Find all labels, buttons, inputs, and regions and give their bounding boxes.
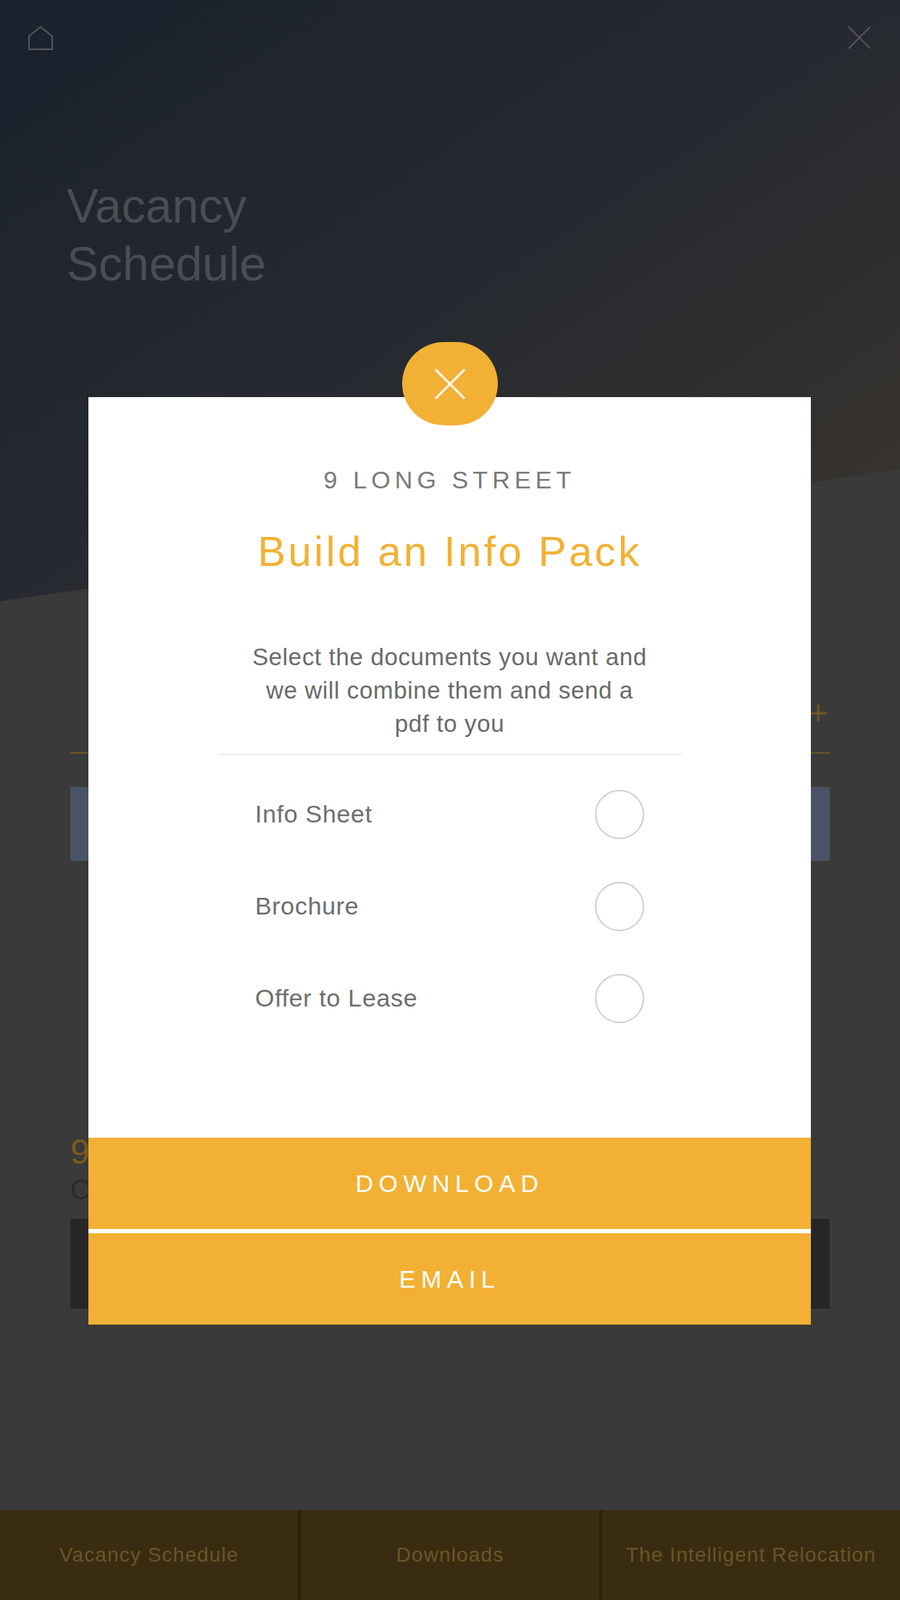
modal-description: Select the documents you want and we wil… [247,640,653,741]
tab-item[interactable]: Downloads [297,1510,599,1600]
close-icon [432,366,468,402]
document-row[interactable]: Brochure [255,860,645,953]
document-row[interactable]: Offer to Lease [255,952,645,1045]
close-icon[interactable] [844,23,874,53]
page-title: Vacancy Schedule [0,52,406,293]
document-label: Brochure [255,887,359,925]
home-icon[interactable] [26,23,56,53]
document-radio[interactable] [594,973,645,1024]
document-radio[interactable] [594,789,645,840]
modal-overlay: 9 LONG STREETBuild an Info PackSelect th… [0,0,900,1600]
document-list: Info Sheet Brochure Offer to Lease [88,768,811,1045]
action-button[interactable]: DOWNLOAD [88,1137,811,1229]
info-pack-modal: 9 LONG STREETBuild an Info PackSelect th… [88,397,811,1325]
expand-button[interactable]: + [807,686,830,740]
modal-close-button[interactable] [402,342,498,426]
tab-bar: Vacancy ScheduleDownloadsThe Intelligent… [0,1510,900,1600]
document-radio[interactable] [594,881,645,932]
top-bar [0,0,900,53]
document-label: Offer to Lease [255,979,418,1017]
tab-item[interactable]: Vacancy Schedule [0,1510,298,1600]
app-screen: Vacancy Schedule+9CVacancy ScheduleDownl… [0,0,900,1600]
modal-actions: DOWNLOADEMAIL [88,1137,811,1325]
document-row[interactable]: Info Sheet [255,768,645,861]
document-label: Info Sheet [255,795,373,833]
modal-title: Build an Info Pack [88,526,811,577]
divider [218,753,682,756]
tab-item[interactable]: The Intelligent Relocation [599,1510,900,1600]
action-button[interactable]: EMAIL [88,1233,811,1325]
